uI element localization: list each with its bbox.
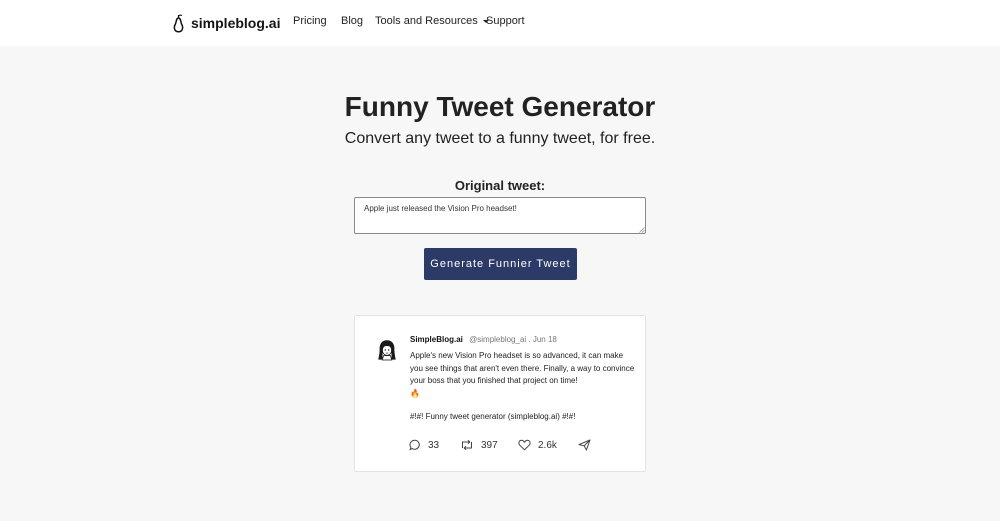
fire-icon: 🔥 [410, 388, 420, 398]
tweet-text: Apple's new Vision Pro headset is so adv… [410, 351, 635, 385]
retweet-action[interactable]: 397 [460, 439, 498, 451]
retweet-count: 397 [481, 439, 498, 451]
nav-link-blog[interactable]: Blog [341, 15, 363, 27]
like-count: 2.6k [538, 439, 557, 451]
original-tweet-input[interactable]: Apple just released the Vision Pro heads… [354, 197, 646, 234]
navbar: simpleblog.ai Pricing Blog Tools and Res… [0, 0, 1000, 46]
tweet-body: Apple's new Vision Pro headset is so adv… [410, 350, 635, 400]
reply-action[interactable]: 33 [409, 439, 439, 451]
page-title: Funny Tweet Generator [344, 91, 656, 122]
send-icon [578, 439, 591, 451]
tweet-actions: 33 397 2.6k [409, 439, 639, 455]
share-action[interactable] [578, 439, 591, 451]
nav-link-support[interactable]: Support [486, 15, 525, 27]
tweet-card: SimpleBlog.ai @simpleblog_ai . Jun 18 Ap… [354, 315, 646, 472]
tweet-header: SimpleBlog.ai @simpleblog_ai . Jun 18 [410, 335, 557, 344]
brand-name: simpleblog.ai [191, 15, 281, 31]
heart-icon [518, 439, 531, 451]
brand-link[interactable]: simpleblog.ai [172, 13, 280, 33]
nav-link-pricing[interactable]: Pricing [293, 15, 327, 27]
avatar [378, 340, 396, 361]
tweet-author-name: SimpleBlog.ai [410, 335, 463, 344]
original-tweet-label: Original tweet: [454, 178, 546, 193]
tweet-footer-text: #!#! Funny tweet generator (simpleblog.a… [410, 412, 576, 421]
pear-logo-icon [173, 14, 184, 33]
retweet-icon [462, 439, 472, 451]
generate-funnier-tweet-button[interactable]: Generate Funnier Tweet [424, 248, 577, 280]
nav-dropdown-tools-label: Tools and Resources [375, 15, 478, 27]
resize-grip-icon[interactable] [639, 227, 645, 233]
reply-count: 33 [428, 439, 440, 451]
nav-dropdown-tools[interactable]: Tools and Resources [375, 15, 489, 27]
comment-icon [409, 439, 420, 451]
like-action[interactable]: 2.6k [518, 439, 557, 451]
page-subtitle: Convert any tweet to a funny tweet, for … [344, 130, 656, 147]
tweet-author-handle: @simpleblog_ai . Jun 18 [469, 335, 557, 344]
